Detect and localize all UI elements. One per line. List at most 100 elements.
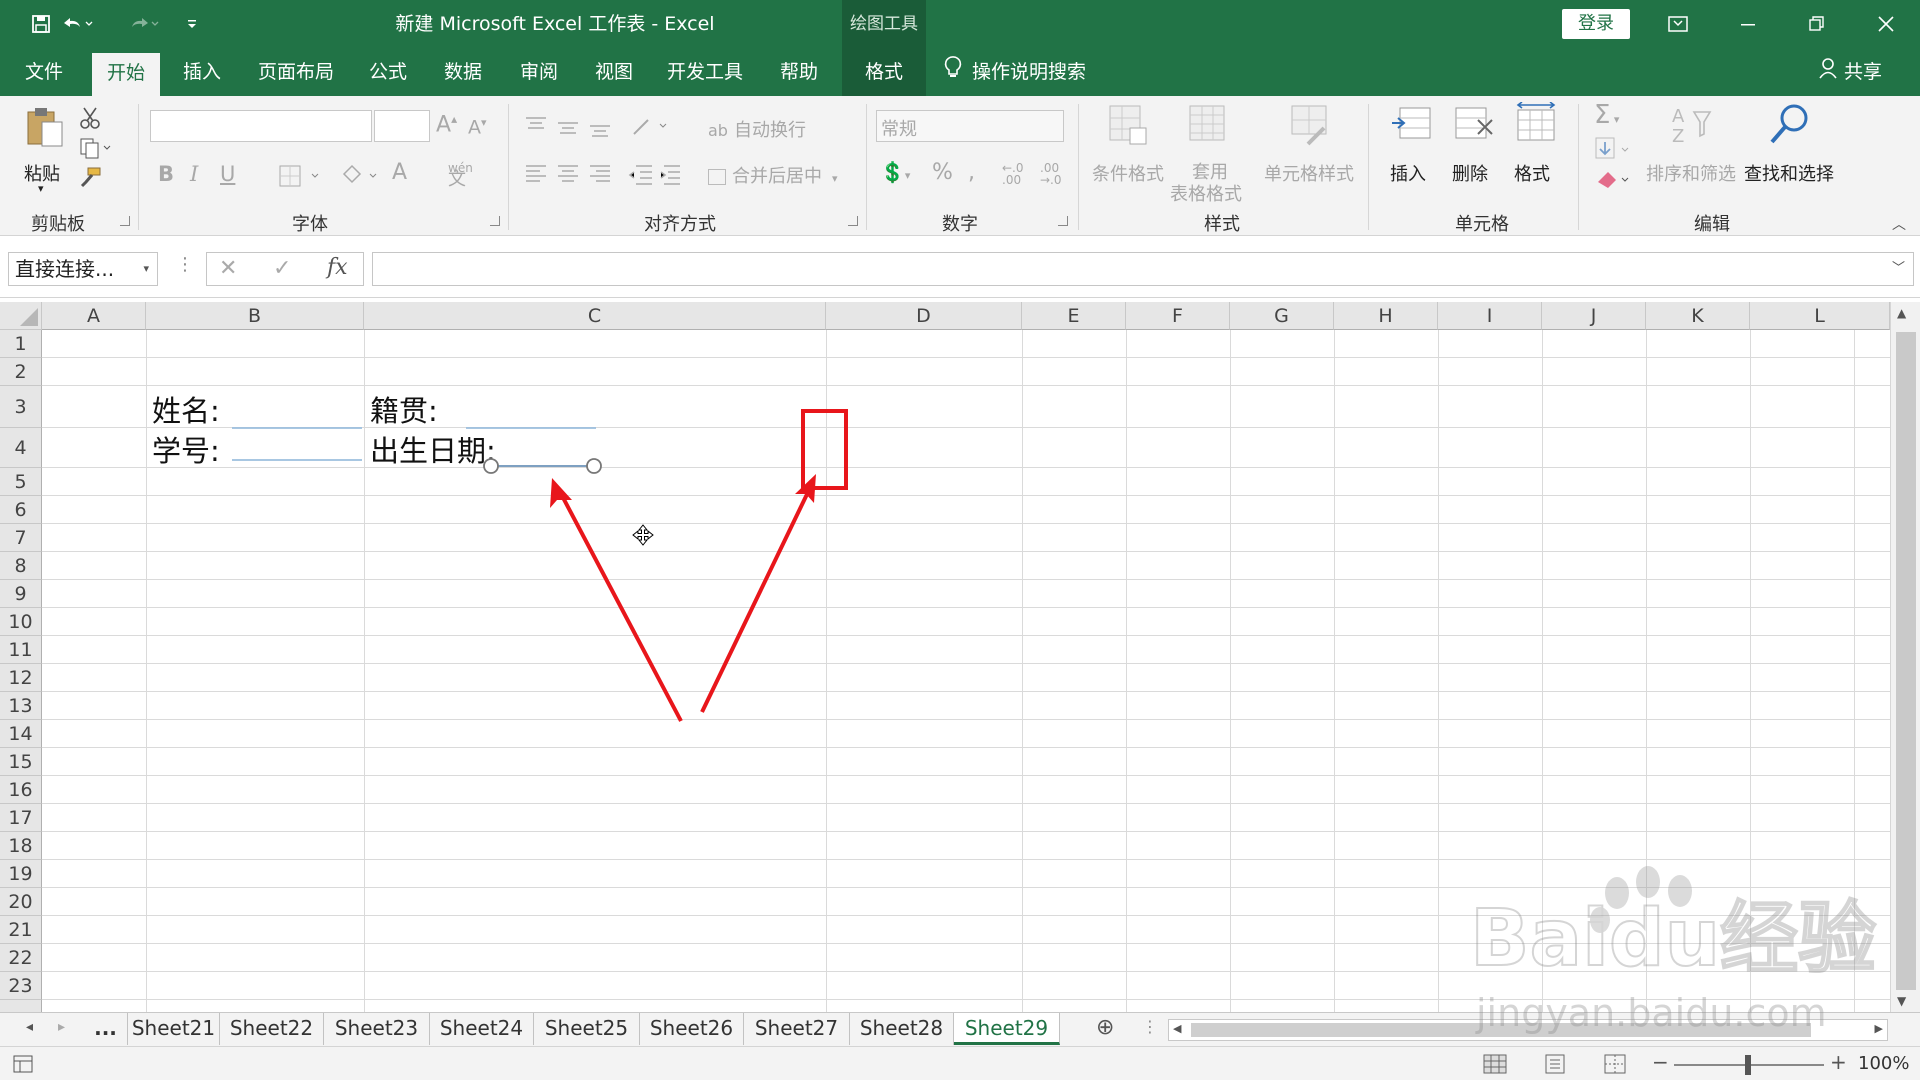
insert-function-icon[interactable]: fx <box>327 255 348 280</box>
horizontal-scrollbar[interactable]: ◀ ▶ <box>1168 1019 1888 1041</box>
save-icon[interactable] <box>28 10 54 38</box>
column-header-a[interactable]: A <box>42 302 146 330</box>
row-header-3[interactable]: 3 <box>0 386 42 428</box>
sheet-tab-28[interactable]: Sheet28 <box>850 1013 954 1045</box>
formula-input[interactable]: ﹀ <box>372 252 1914 286</box>
column-header-b[interactable]: B <box>146 302 364 330</box>
bold-icon[interactable]: B <box>158 162 174 186</box>
zoom-in-icon[interactable]: + <box>1830 1050 1847 1074</box>
conditional-formatting-button[interactable]: 条件格式 <box>1088 102 1166 202</box>
wrap-text-button[interactable]: ab 自动换行 <box>708 116 806 142</box>
row-header-14[interactable]: 14 <box>0 720 42 748</box>
zoom-level[interactable]: 100% <box>1858 1047 1909 1080</box>
row-header-2[interactable]: 2 <box>0 358 42 386</box>
number-format-combo[interactable]: 常规 <box>876 110 1064 142</box>
tab-data[interactable]: 数据 <box>428 48 498 96</box>
tab-view[interactable]: 视图 <box>580 48 648 96</box>
page-break-view-icon[interactable] <box>1602 1053 1628 1075</box>
zoom-out-icon[interactable]: − <box>1652 1050 1669 1074</box>
increase-font-size-icon[interactable]: A▴ <box>436 112 457 137</box>
sheet-tab-25[interactable]: Sheet25 <box>534 1013 640 1045</box>
tab-home[interactable]: 开始 <box>92 53 160 96</box>
orientation-icon[interactable] <box>630 112 670 140</box>
row-header-16[interactable]: 16 <box>0 776 42 804</box>
row-header-23[interactable]: 23 <box>0 972 42 1000</box>
name-box[interactable]: 直接连接... ▾ <box>8 252 158 286</box>
cell-c3-hometown-label[interactable]: 籍贯: <box>370 388 438 430</box>
fill-down-icon[interactable] <box>1594 136 1634 162</box>
find-select-button[interactable]: 查找和选择 <box>1740 102 1840 202</box>
copy-icon[interactable] <box>78 136 112 160</box>
cell-c4-birthdate-label[interactable]: 出生日期: <box>370 428 496 470</box>
column-header-j[interactable]: J <box>1542 302 1646 330</box>
cut-icon[interactable] <box>78 106 102 130</box>
decrease-font-size-icon[interactable]: A▾ <box>468 116 487 138</box>
tab-format[interactable]: 格式 <box>842 48 926 96</box>
page-layout-view-icon[interactable] <box>1542 1053 1568 1075</box>
row-header-4[interactable]: 4 <box>0 428 42 468</box>
row-header-19[interactable]: 19 <box>0 860 42 888</box>
row-header-8[interactable]: 8 <box>0 552 42 580</box>
login-button[interactable]: 登录 <box>1562 9 1630 39</box>
vertical-align-icons[interactable] <box>524 114 614 140</box>
tab-developer[interactable]: 开发工具 <box>654 48 756 96</box>
scroll-up-icon[interactable]: ▲ <box>1897 306 1906 320</box>
vertical-scroll-thumb[interactable] <box>1896 332 1916 990</box>
row-header-17[interactable]: 17 <box>0 804 42 832</box>
row-header-15[interactable]: 15 <box>0 748 42 776</box>
tab-insert[interactable]: 插入 <box>166 48 238 96</box>
sheet-tab-27[interactable]: Sheet27 <box>744 1013 850 1045</box>
row-header-20[interactable]: 20 <box>0 888 42 916</box>
column-header-g[interactable]: G <box>1230 302 1334 330</box>
font-color-icon[interactable]: A <box>392 160 407 185</box>
number-launcher-icon[interactable] <box>1058 216 1068 226</box>
column-header-k[interactable]: K <box>1646 302 1750 330</box>
sort-filter-button[interactable]: AZ 排序和筛选 <box>1644 102 1740 202</box>
decrease-decimal-icon[interactable]: .00 →.0 <box>1040 162 1062 186</box>
sheet-tab-22[interactable]: Sheet22 <box>220 1013 324 1045</box>
tab-formulas[interactable]: 公式 <box>354 48 422 96</box>
scroll-left-icon[interactable]: ◀ <box>1173 1022 1181 1035</box>
increase-decimal-icon[interactable]: ←.0.00 <box>1002 162 1024 186</box>
row-header-9[interactable]: 9 <box>0 580 42 608</box>
cell-b3-name-label[interactable]: 姓名: <box>152 388 220 430</box>
undo-icon[interactable] <box>58 10 96 38</box>
indent-icons[interactable] <box>628 162 684 188</box>
scroll-down-icon[interactable]: ▼ <box>1897 994 1906 1008</box>
row-header-24[interactable] <box>0 1000 42 1012</box>
macro-record-icon[interactable] <box>12 1054 34 1074</box>
name-box-dropdown-icon[interactable]: ▾ <box>143 253 149 285</box>
row-header-5[interactable]: 5 <box>0 468 42 496</box>
column-header-f[interactable]: F <box>1126 302 1230 330</box>
redo-icon[interactable] <box>124 10 162 38</box>
cancel-entry-icon[interactable]: ✕ <box>219 256 237 281</box>
borders-icon[interactable] <box>278 164 324 188</box>
next-sheet-icon[interactable]: ▸ <box>58 1019 65 1035</box>
row-header-12[interactable]: 12 <box>0 664 42 692</box>
row-header-1[interactable]: 1 <box>0 330 42 358</box>
merge-center-button[interactable]: 合并后居中 ▾ <box>708 162 838 188</box>
row-header-6[interactable]: 6 <box>0 496 42 524</box>
cell-b4-student-id-label[interactable]: 学号: <box>152 428 220 470</box>
font-name-combo[interactable] <box>150 110 372 142</box>
format-as-table-button[interactable]: 套用 表格格式 <box>1166 102 1252 205</box>
comma-style-icon[interactable]: , <box>968 160 975 185</box>
font-size-combo[interactable] <box>374 110 430 142</box>
sheet-tab-24[interactable]: Sheet24 <box>430 1013 534 1045</box>
worksheet-grid[interactable]: A B C D E F G H I J K L 1 2 3 4 5 6 7 8 … <box>0 302 1920 1012</box>
vertical-scrollbar[interactable]: ▲ ▼ <box>1890 302 1920 1014</box>
share-button[interactable]: 共享 <box>1818 48 1882 96</box>
clipboard-launcher-icon[interactable] <box>120 216 130 226</box>
select-all-corner[interactable] <box>0 302 42 330</box>
accounting-icon[interactable]: 💲▾ <box>880 160 910 184</box>
minimize-icon[interactable] <box>1718 0 1778 48</box>
column-header-d[interactable]: D <box>826 302 1022 330</box>
row-header-18[interactable]: 18 <box>0 832 42 860</box>
previous-sheet-icon[interactable]: ◂ <box>26 1019 33 1035</box>
close-icon[interactable] <box>1856 0 1916 48</box>
font-launcher-icon[interactable] <box>490 216 500 226</box>
row-header-10[interactable]: 10 <box>0 608 42 636</box>
scroll-right-icon[interactable]: ▶ <box>1875 1022 1883 1035</box>
autosum-icon[interactable]: Σ ▾ <box>1594 100 1619 130</box>
clear-icon[interactable] <box>1594 166 1634 192</box>
